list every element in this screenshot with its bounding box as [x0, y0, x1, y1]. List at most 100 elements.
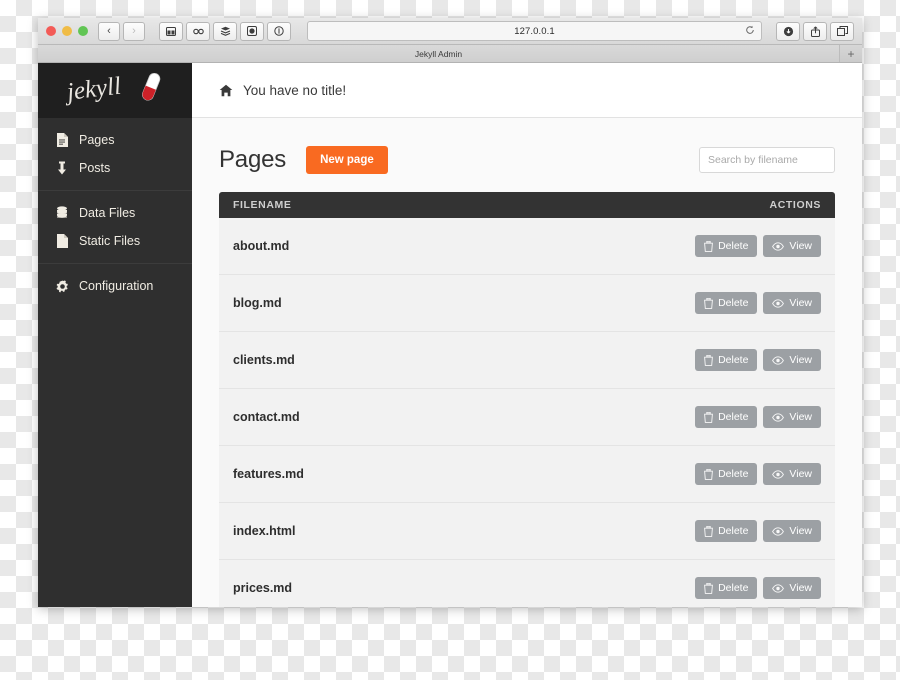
browser-tab[interactable]: Jekyll Admin — [38, 45, 840, 62]
search-input[interactable] — [699, 147, 835, 173]
row-actions: Delete View — [695, 234, 821, 258]
table-row: features.md Delete View — [219, 446, 835, 503]
filename-cell: contact.md — [233, 410, 300, 424]
tab-bar: Jekyll Admin + — [38, 45, 862, 63]
view-button[interactable]: View — [763, 291, 821, 315]
table-row: clients.md Delete View — [219, 332, 835, 389]
downloads-icon[interactable] — [776, 21, 800, 41]
reload-icon[interactable] — [745, 22, 755, 40]
page-topbar: You have no title! — [192, 63, 862, 118]
link-icon[interactable] — [186, 21, 210, 41]
tabs-icon[interactable] — [830, 21, 854, 41]
trash-icon — [704, 240, 713, 252]
browser-window: ‹ › 127.0.0.1 Jekyll Admin + jekyll Page… — [38, 18, 862, 607]
sidebar-item-label: Data Files — [79, 206, 136, 220]
delete-button[interactable]: Delete — [695, 234, 758, 258]
table-header-row: FILENAME ACTIONS — [219, 192, 835, 218]
row-actions: Delete View — [695, 291, 821, 315]
row-actions: Delete View — [695, 405, 821, 429]
brand-logo[interactable]: jekyll — [38, 63, 192, 118]
eye-icon — [772, 526, 785, 536]
back-button[interactable]: ‹ — [98, 21, 120, 41]
sidebar-icon[interactable] — [159, 21, 183, 41]
database-icon — [55, 206, 69, 220]
column-header-filename: FILENAME — [233, 199, 292, 211]
filename-cell: index.html — [233, 524, 296, 538]
file-text-icon — [55, 133, 69, 147]
browser-titlebar: ‹ › 127.0.0.1 — [38, 18, 862, 45]
sidebar-item-posts[interactable]: Posts — [38, 154, 192, 182]
file-icon — [55, 234, 69, 248]
delete-button[interactable]: Delete — [695, 576, 758, 600]
view-label: View — [789, 524, 812, 537]
search-container — [699, 147, 835, 173]
new-page-button[interactable]: New page — [306, 146, 388, 174]
sidebar-item-label: Pages — [79, 133, 115, 147]
camera-icon[interactable] — [240, 21, 264, 41]
trash-icon — [704, 354, 713, 366]
tab-label: Jekyll Admin — [414, 48, 463, 59]
sidebar-group-files: Data Files Static Files — [38, 190, 192, 263]
new-tab-button[interactable]: + — [840, 45, 862, 62]
eye-icon — [772, 241, 785, 251]
table-row: contact.md Delete View — [219, 389, 835, 446]
sidebar-item-pages[interactable]: Pages — [38, 126, 192, 154]
close-button[interactable] — [46, 26, 56, 36]
view-button[interactable]: View — [763, 462, 821, 486]
delete-button[interactable]: Delete — [695, 348, 758, 372]
row-actions: Delete View — [695, 462, 821, 486]
trash-icon — [704, 468, 713, 480]
share-icon[interactable] — [803, 21, 827, 41]
filename-cell: blog.md — [233, 296, 282, 310]
delete-button[interactable]: Delete — [695, 405, 758, 429]
pin-icon — [55, 161, 69, 175]
page-subtitle: You have no title! — [243, 82, 347, 98]
forward-button[interactable]: › — [123, 21, 145, 41]
layers-icon[interactable] — [213, 21, 237, 41]
trash-icon — [704, 582, 713, 594]
address-bar[interactable]: 127.0.0.1 — [307, 21, 762, 41]
page-content: Pages New page FILENAME ACTIONS about.md… — [192, 118, 862, 607]
eye-icon — [772, 583, 785, 593]
gear-icon — [55, 279, 69, 293]
eye-icon — [772, 469, 785, 479]
view-button[interactable]: View — [763, 576, 821, 600]
view-button[interactable]: View — [763, 234, 821, 258]
view-label: View — [789, 353, 812, 366]
filename-cell: about.md — [233, 239, 290, 253]
main-area: You have no title! Pages New page FILENA… — [192, 63, 862, 607]
delete-label: Delete — [718, 467, 749, 480]
view-button[interactable]: View — [763, 348, 821, 372]
view-button[interactable]: View — [763, 405, 821, 429]
info-icon[interactable] — [267, 21, 291, 41]
trash-icon — [704, 411, 713, 423]
eye-icon — [772, 355, 785, 365]
view-label: View — [789, 239, 812, 252]
sidebar-item-data-files[interactable]: Data Files — [38, 199, 192, 227]
sidebar-item-label: Configuration — [79, 279, 154, 293]
sidebar-group-content: Pages Posts — [38, 118, 192, 190]
maximize-button[interactable] — [78, 26, 88, 36]
delete-label: Delete — [718, 524, 749, 537]
home-icon[interactable] — [219, 84, 233, 97]
minimize-button[interactable] — [62, 26, 72, 36]
table-row: prices.md Delete View — [219, 560, 835, 607]
delete-label: Delete — [718, 353, 749, 366]
trash-icon — [704, 297, 713, 309]
delete-button[interactable]: Delete — [695, 291, 758, 315]
delete-button[interactable]: Delete — [695, 519, 758, 543]
filename-cell: features.md — [233, 467, 304, 481]
traffic-lights — [46, 26, 88, 36]
page-header: Pages New page — [219, 146, 835, 174]
sidebar-item-static-files[interactable]: Static Files — [38, 227, 192, 255]
column-header-actions: ACTIONS — [769, 199, 821, 211]
delete-button[interactable]: Delete — [695, 462, 758, 486]
view-label: View — [789, 296, 812, 309]
row-actions: Delete View — [695, 348, 821, 372]
table-row: about.md Delete View — [219, 218, 835, 275]
pages-table: FILENAME ACTIONS about.md Delete View blog.… — [219, 192, 835, 607]
view-label: View — [789, 467, 812, 480]
view-button[interactable]: View — [763, 519, 821, 543]
sidebar-item-configuration[interactable]: Configuration — [38, 272, 192, 300]
sidebar-group-settings: Configuration — [38, 263, 192, 308]
